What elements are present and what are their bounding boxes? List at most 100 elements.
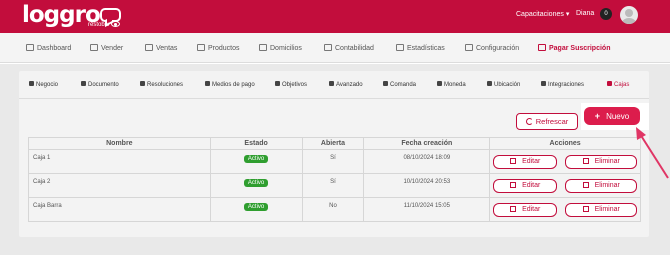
settings-panel: Negocio Documento Resoluciones Medios de… — [19, 71, 649, 237]
refresh-button[interactable]: Refrescar — [516, 113, 578, 130]
row-actions: Editar Eliminar — [489, 197, 641, 222]
building-icon — [324, 44, 332, 51]
edit-label: Editar — [522, 182, 541, 189]
tab-moneda-label: Moneda — [444, 82, 466, 88]
nav-dashboard[interactable]: Dashboard — [26, 44, 71, 52]
nav-vender-label: Vender — [101, 45, 124, 52]
tab-comanda[interactable]: Comanda — [383, 81, 416, 88]
tab-cajas[interactable]: Cajas — [607, 81, 629, 88]
tab-negocio[interactable]: Negocio — [29, 81, 58, 88]
new-label: Nuevo — [606, 112, 630, 121]
box-icon — [197, 44, 205, 51]
notifications-badge[interactable]: 0 — [600, 8, 612, 20]
delete-button[interactable]: Eliminar — [565, 155, 638, 169]
delete-button[interactable]: Eliminar — [565, 203, 638, 217]
row-status-cell: Activo — [209, 173, 303, 198]
map-icon — [487, 81, 492, 86]
document-icon — [81, 81, 86, 86]
settings-tabs: Negocio Documento Resoluciones Medios de… — [19, 71, 649, 99]
nav-pagar-suscripcion[interactable]: Pagar Suscripción — [538, 44, 610, 52]
nav-productos[interactable]: Productos — [197, 44, 240, 52]
rocket-icon — [329, 81, 334, 86]
new-button[interactable]: + Nuevo — [584, 107, 640, 125]
refresh-icon — [525, 118, 533, 125]
trash-icon — [582, 206, 589, 212]
tab-ubicacion[interactable]: Ubicación — [487, 81, 520, 88]
target-icon — [275, 81, 280, 86]
user-avatar[interactable] — [620, 6, 638, 24]
pencil-icon — [510, 206, 517, 212]
edit-button[interactable]: Editar — [493, 155, 558, 169]
delete-button[interactable]: Eliminar — [565, 179, 638, 193]
header-abierta: Abierta — [301, 137, 365, 150]
payment-icon — [205, 81, 210, 86]
row-name: Caja 2 — [28, 173, 211, 198]
header-fecha: Fecha creación — [363, 137, 491, 150]
store-icon — [29, 81, 34, 86]
edit-button[interactable]: Editar — [493, 203, 558, 217]
nav-domicilios[interactable]: Domicilios — [259, 44, 302, 52]
list-icon — [140, 81, 145, 86]
status-badge: Activo — [243, 203, 269, 211]
header-acciones: Acciones — [489, 137, 641, 150]
cajas-table: Nombre Estado Abierta Fecha creación Acc… — [28, 137, 641, 222]
tab-avanzado-label: Avanzado — [336, 82, 363, 88]
chart-icon — [541, 81, 546, 86]
edit-label: Editar — [522, 206, 541, 213]
nav-estadisticas-label: Estadísticas — [407, 45, 445, 52]
user-name[interactable]: Diana — [576, 10, 594, 17]
pencil-icon — [510, 182, 517, 188]
table-row: Caja Barra Activo No 11/10/2024 15:05 Ed… — [28, 197, 641, 222]
nav-estadisticas[interactable]: Estadísticas — [396, 44, 445, 52]
tab-integraciones-label: Integraciones — [548, 82, 585, 88]
tab-medios-pago-label: Medios de pago — [212, 82, 255, 88]
tab-moneda[interactable]: Moneda — [437, 81, 466, 88]
capacitaciones-label: Capacitaciones — [516, 11, 564, 18]
nav-dashboard-label: Dashboard — [37, 45, 72, 52]
tab-comanda-label: Comanda — [390, 82, 417, 88]
row-open: Sí — [301, 149, 365, 174]
status-badge: Activo — [243, 155, 269, 163]
table-row: Caja 2 Activo Sí 10/10/2024 20:53 Editar… — [28, 173, 641, 198]
table-header-row: Nombre Estado Abierta Fecha creación Acc… — [28, 137, 641, 150]
bike-icon — [259, 44, 267, 51]
tab-resoluciones-label: Resoluciones — [147, 82, 184, 88]
nav-configuracion-label: Configuración — [476, 45, 520, 52]
row-name: Caja Barra — [28, 197, 211, 222]
pencil-icon — [510, 158, 517, 164]
row-status-cell: Activo — [209, 149, 303, 174]
top-bar: loggro restobar Capacitaciones ▾ Diana 0 — [0, 0, 670, 33]
chart-icon — [396, 44, 404, 51]
tab-integraciones[interactable]: Integraciones — [541, 81, 584, 88]
tab-ubicacion-label: Ubicación — [494, 82, 521, 88]
tab-resoluciones[interactable]: Resoluciones — [140, 81, 183, 88]
delete-label: Eliminar — [594, 206, 620, 213]
eye-icon[interactable] — [111, 21, 120, 27]
row-date: 10/10/2024 20:53 — [363, 173, 491, 198]
nav-contabilidad[interactable]: Contabilidad — [324, 44, 374, 52]
status-badge: Activo — [243, 179, 269, 187]
row-date: 11/10/2024 15:05 — [363, 197, 491, 222]
delete-label: Eliminar — [594, 158, 620, 165]
edit-button[interactable]: Editar — [493, 179, 558, 193]
dashboard-icon — [26, 44, 34, 51]
printer-icon — [383, 81, 388, 86]
table-row: Caja 1 Activo Sí 08/10/2024 18:09 Editar… — [28, 149, 641, 174]
tab-objetivos[interactable]: Objetivos — [275, 81, 307, 88]
capacitaciones-menu[interactable]: Capacitaciones ▾ — [516, 10, 569, 18]
dollar-icon — [437, 81, 442, 86]
row-status-cell: Activo — [209, 197, 303, 222]
header-estado: Estado — [209, 137, 303, 150]
row-name: Caja 1 — [28, 149, 211, 174]
tab-cajas-label: Cajas — [614, 82, 630, 88]
nav-ventas[interactable]: Ventas — [145, 44, 177, 52]
cart-icon — [90, 44, 98, 51]
tab-medios-pago[interactable]: Medios de pago — [205, 81, 255, 88]
nav-productos-label: Productos — [208, 45, 240, 52]
row-open: Sí — [301, 173, 365, 198]
card-icon — [538, 44, 546, 51]
tab-documento[interactable]: Documento — [81, 81, 119, 88]
tab-avanzado[interactable]: Avanzado — [329, 81, 363, 88]
nav-vender[interactable]: Vender — [90, 44, 123, 52]
nav-configuracion[interactable]: Configuración — [465, 44, 519, 52]
